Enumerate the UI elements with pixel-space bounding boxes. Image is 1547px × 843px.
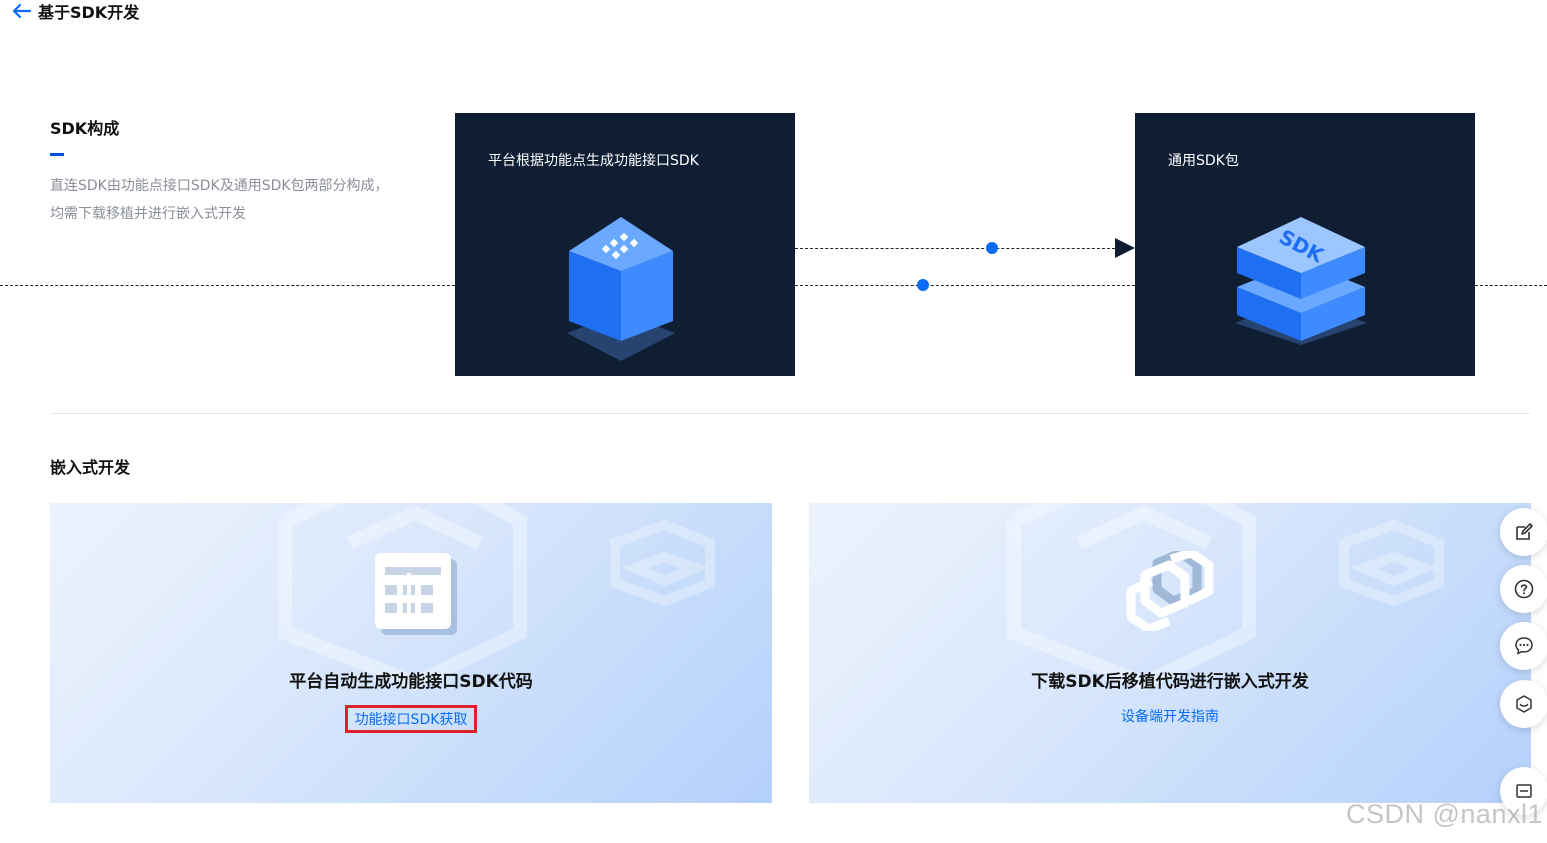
connector-line-middle-lower (795, 285, 1135, 286)
help-button[interactable] (1500, 565, 1547, 613)
collapse-icon (1516, 784, 1532, 798)
support-button[interactable] (1500, 680, 1547, 728)
connector-node-lower (917, 279, 929, 291)
watermark: CSDN @nanxl1 (1346, 799, 1543, 829)
help-icon (1514, 579, 1534, 599)
sdk-structure-description: 直连SDK由功能点接口SDK及通用SDK包两部分构成，均需下载移植并进行嵌入式开… (50, 178, 389, 222)
page-title: 基于SDK开发 (38, 3, 140, 22)
connector-line-left (0, 285, 455, 286)
auto-generate-sdk-title: 平台自动生成功能接口SDK代码 (289, 672, 533, 692)
embedded-dev-title: 嵌入式开发 (50, 458, 131, 477)
sdk-structure-title: SDK构成 (50, 119, 120, 138)
edit-button[interactable] (1500, 508, 1547, 556)
link-chain-icon (1125, 548, 1217, 635)
feature-sdk-card: 平台根据功能点生成功能接口SDK (455, 113, 795, 376)
chat-button[interactable] (1500, 622, 1547, 670)
grid-document-icon (373, 551, 459, 641)
embedded-port-card: 下载SDK后移植代码进行嵌入式开发 设备端开发指南 (809, 503, 1531, 803)
back-button[interactable]: 基于SDK开发 (12, 0, 139, 22)
section-divider (50, 413, 1530, 414)
feature-sdk-download-link[interactable]: 功能接口SDK获取 (344, 705, 478, 733)
connector-line-right (1475, 285, 1547, 286)
support-icon (1516, 695, 1532, 713)
device-dev-guide-link[interactable]: 设备端开发指南 (1114, 705, 1226, 733)
general-sdk-card-title: 通用SDK包 (1168, 153, 1239, 169)
chat-icon (1515, 637, 1533, 655)
connector-node-upper (986, 242, 998, 254)
connector-arrowhead (1115, 238, 1135, 258)
background-decoration (278, 503, 715, 691)
sdk-structure-intro: SDK构成 直连SDK由功能点接口SDK及通用SDK包两部分构成，均需下载移植并… (50, 115, 395, 228)
background-decoration (1007, 503, 1444, 691)
general-sdk-card: 通用SDK包 SDK (1135, 113, 1475, 376)
feature-sdk-card-title: 平台根据功能点生成功能接口SDK (488, 153, 699, 169)
embedded-port-title: 下载SDK后移植代码进行嵌入式开发 (1031, 672, 1309, 692)
auto-generate-sdk-card: 平台自动生成功能接口SDK代码 功能接口SDK获取 (50, 503, 772, 803)
title-accent-bar (50, 153, 64, 156)
connector-line-middle-upper (795, 248, 1120, 249)
device-guide-link-row: 设备端开发指南 (809, 705, 1531, 733)
blue-cube-icon (567, 217, 675, 361)
sdk-stack-icon: SDK (1235, 217, 1367, 345)
arrow-left-icon (12, 3, 32, 19)
feature-sdk-link-row: 功能接口SDK获取 (50, 705, 772, 733)
edit-icon (1516, 523, 1533, 540)
